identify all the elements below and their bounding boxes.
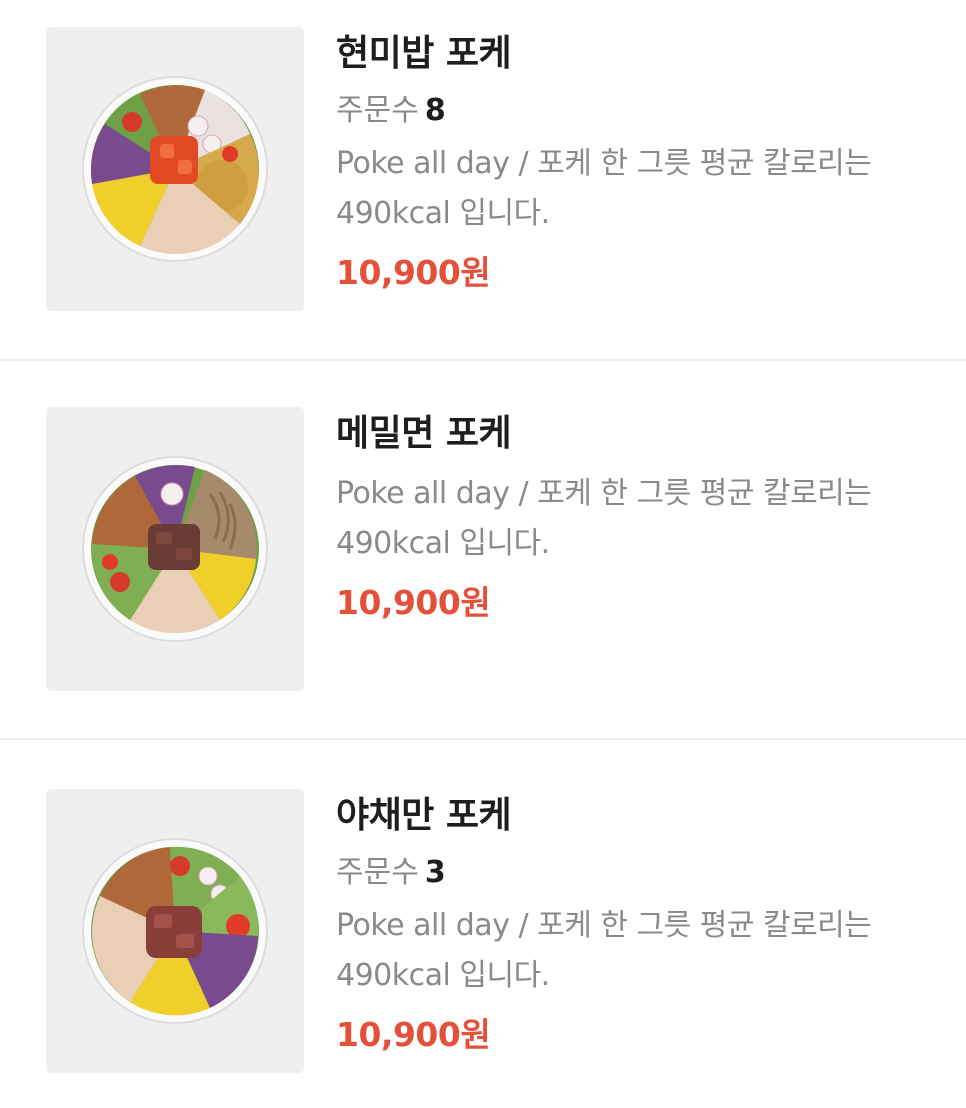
- menu-item-info: 메밀면 포케 Poke all day / 포케 한 그릇 평균 칼로리는 49…: [336, 407, 936, 625]
- poke-bowl-icon: [82, 838, 268, 1024]
- menu-item-brown-rice-poke[interactable]: 현미밥 포케 주문수 8 Poke all day / 포케 한 그릇 평균 칼로…: [0, 0, 966, 361]
- orders-label: 주문수: [336, 855, 419, 890]
- poke-bowl-icon: [82, 456, 268, 642]
- poke-bowl-icon: [82, 76, 268, 262]
- menu-item-image[interactable]: [46, 27, 304, 311]
- menu-list: 현미밥 포케 주문수 8 Poke all day / 포케 한 그릇 평균 칼로…: [0, 0, 966, 1106]
- orders-label: 주문수: [336, 93, 419, 128]
- menu-item-description: Poke all day / 포케 한 그릇 평균 칼로리는 490kcal 입…: [336, 476, 872, 561]
- menu-item-info: 현미밥 포케 주문수 8 Poke all day / 포케 한 그릇 평균 칼로…: [336, 27, 936, 295]
- menu-item-info: 야채만 포케 주문수 3 Poke all day / 포케 한 그릇 평균 칼로…: [336, 789, 936, 1057]
- menu-item-name: 야채만 포케: [336, 795, 512, 836]
- menu-item-image[interactable]: [46, 407, 304, 691]
- menu-item-price: 10,900원: [336, 583, 491, 622]
- menu-item-description: Poke all day / 포케 한 그릇 평균 칼로리는 490kcal 입…: [336, 146, 872, 231]
- menu-item-description: Poke all day / 포케 한 그릇 평균 칼로리는 490kcal 입…: [336, 908, 872, 993]
- menu-item-orders: 주문수 8: [336, 91, 936, 131]
- menu-item-price: 10,900원: [336, 1015, 491, 1054]
- menu-item-name: 현미밥 포케: [336, 33, 512, 74]
- menu-item-image[interactable]: [46, 789, 304, 1073]
- orders-count: 3: [424, 855, 446, 890]
- menu-item-vegetable-poke[interactable]: 야채만 포케 주문수 3 Poke all day / 포케 한 그릇 평균 칼로…: [0, 740, 966, 1106]
- orders-count: 8: [424, 93, 446, 128]
- menu-item-orders: 주문수 3: [336, 853, 936, 893]
- menu-item-name: 메밀면 포케: [336, 413, 512, 454]
- menu-item-buckwheat-noodle-poke[interactable]: 메밀면 포케 Poke all day / 포케 한 그릇 평균 칼로리는 49…: [0, 361, 966, 740]
- menu-item-price: 10,900원: [336, 253, 491, 292]
